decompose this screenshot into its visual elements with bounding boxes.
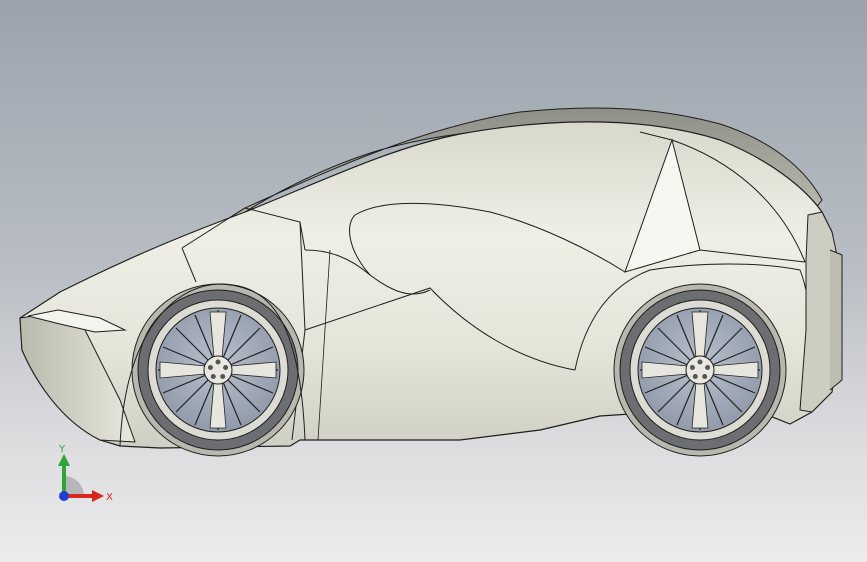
y-axis-arrow bbox=[58, 454, 70, 466]
car-model[interactable] bbox=[0, 0, 867, 562]
z-axis-dot bbox=[59, 491, 69, 501]
x-axis-label: X bbox=[106, 492, 113, 503]
x-axis-arrow bbox=[92, 490, 104, 502]
rear-wheel[interactable] bbox=[613, 283, 787, 457]
front-wheel[interactable] bbox=[131, 283, 305, 457]
y-axis-label: Y bbox=[58, 444, 66, 455]
coordinate-triad[interactable]: Y X bbox=[44, 436, 124, 516]
graphics-viewport[interactable]: Y X bbox=[0, 0, 867, 562]
